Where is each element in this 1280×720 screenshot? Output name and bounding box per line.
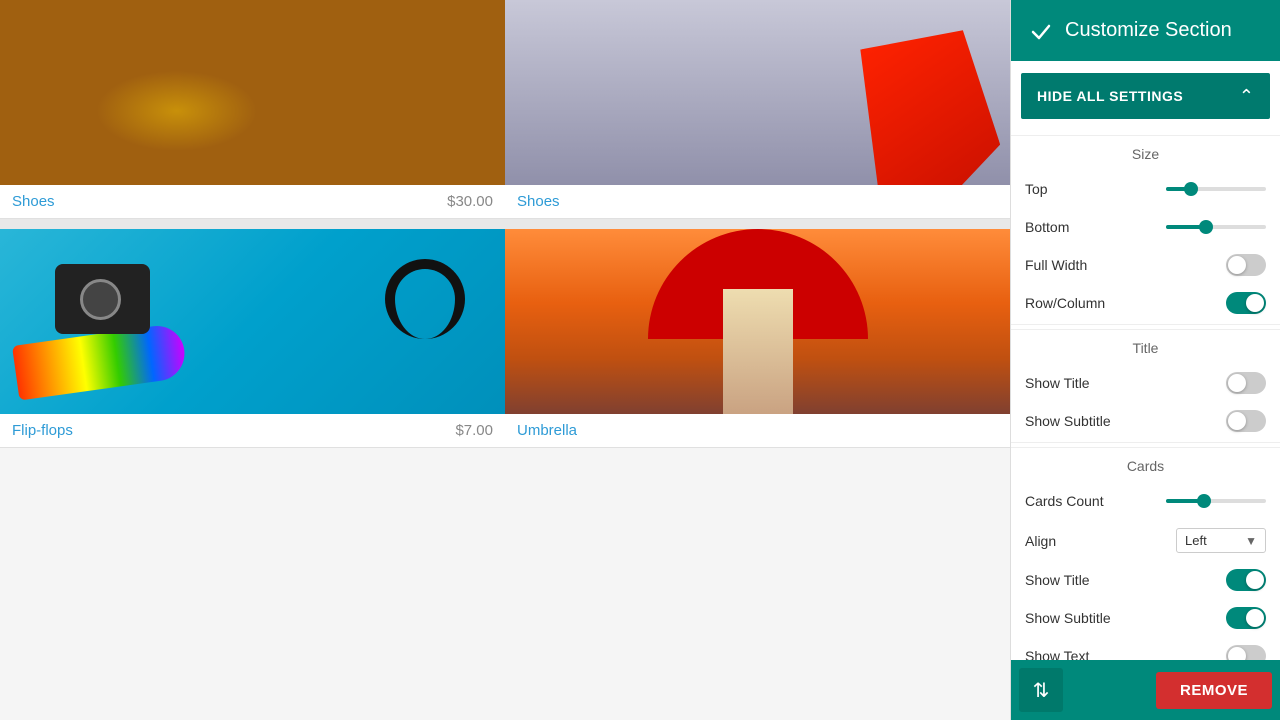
- full-width-label: Full Width: [1025, 257, 1087, 273]
- product-price: $7.00: [455, 422, 493, 439]
- size-section-label: Size: [1011, 135, 1280, 170]
- product-info: Shoes $30.00: [0, 185, 505, 218]
- row-separator: [0, 219, 1010, 229]
- remove-button[interactable]: REMOVE: [1156, 672, 1272, 709]
- top-label: Top: [1025, 181, 1048, 197]
- product-card: Shoes: [505, 0, 1010, 219]
- cards-count-row: Cards Count: [1011, 482, 1280, 520]
- product-info: Flip-flops $7.00: [0, 414, 505, 447]
- product-info: Shoes: [505, 185, 1010, 218]
- product-price: $30.00: [447, 193, 493, 210]
- title-show-subtitle-label: Show Subtitle: [1025, 413, 1111, 429]
- row-column-setting-row: Row/Column: [1011, 284, 1280, 322]
- headphones-decoration: [385, 259, 465, 339]
- top-slider[interactable]: [1166, 187, 1266, 191]
- row-column-toggle[interactable]: [1226, 292, 1266, 314]
- title-show-title-row: Show Title: [1011, 364, 1280, 402]
- product-image-umbrella: [505, 229, 1010, 414]
- dropdown-arrow-icon: ▼: [1245, 534, 1257, 548]
- divider: [1011, 324, 1280, 325]
- full-width-setting-row: Full Width: [1011, 246, 1280, 284]
- panel-header: Customize Section: [1011, 0, 1280, 61]
- panel-footer: ⇅ REMOVE: [1011, 660, 1280, 720]
- title-show-subtitle-toggle[interactable]: [1226, 410, 1266, 432]
- title-show-title-toggle[interactable]: [1226, 372, 1266, 394]
- customize-panel: Customize Section HIDE ALL SETTINGS ⌃ Si…: [1010, 0, 1280, 720]
- row-column-label: Row/Column: [1025, 295, 1105, 311]
- bottom-label: Bottom: [1025, 219, 1069, 235]
- cards-show-subtitle-label: Show Subtitle: [1025, 610, 1111, 626]
- chevron-up-icon: ⌃: [1239, 86, 1254, 107]
- hide-all-label: HIDE ALL SETTINGS: [1037, 88, 1183, 104]
- cards-show-title-toggle[interactable]: [1226, 569, 1266, 591]
- product-name: Umbrella: [517, 422, 577, 439]
- remove-label: REMOVE: [1180, 682, 1248, 699]
- main-content: Shoes $30.00 Shoes Flip-flops $7.00: [0, 0, 1010, 720]
- move-button[interactable]: ⇅: [1019, 668, 1063, 712]
- product-info: Umbrella: [505, 414, 1010, 447]
- hide-all-button[interactable]: HIDE ALL SETTINGS ⌃: [1021, 73, 1270, 119]
- cards-align-value: Left: [1185, 533, 1241, 548]
- top-setting-row: Top: [1011, 170, 1280, 208]
- cards-show-title-label: Show Title: [1025, 572, 1090, 588]
- title-show-subtitle-row: Show Subtitle: [1011, 402, 1280, 440]
- product-image-flipflops: [0, 229, 505, 414]
- product-name: Shoes: [12, 193, 55, 210]
- full-width-toggle[interactable]: [1226, 254, 1266, 276]
- product-card: Shoes $30.00: [0, 0, 505, 219]
- settings-body: Size Top Bottom Full Width Row/Column: [1011, 131, 1280, 720]
- product-card: Umbrella: [505, 229, 1010, 448]
- check-icon: [1027, 17, 1055, 45]
- product-image-shoes2: [505, 0, 1010, 185]
- bottom-setting-row: Bottom: [1011, 208, 1280, 246]
- product-name: Flip-flops: [12, 422, 73, 439]
- divider: [1011, 442, 1280, 443]
- cards-section-label: Cards: [1011, 447, 1280, 482]
- product-card: Flip-flops $7.00: [0, 229, 505, 448]
- cards-align-label: Align: [1025, 533, 1056, 549]
- title-show-title-label: Show Title: [1025, 375, 1090, 391]
- product-name: Shoes: [517, 193, 560, 210]
- title-section-label: Title: [1011, 329, 1280, 364]
- bottom-slider[interactable]: [1166, 225, 1266, 229]
- cards-count-label: Cards Count: [1025, 493, 1104, 509]
- cards-show-subtitle-row: Show Subtitle: [1011, 599, 1280, 637]
- cards-align-row: Align Left ▼: [1011, 520, 1280, 561]
- cards-count-slider[interactable]: [1166, 499, 1266, 503]
- move-icon: ⇅: [1033, 678, 1050, 703]
- cards-show-subtitle-toggle[interactable]: [1226, 607, 1266, 629]
- product-image-shoes1: [0, 0, 505, 185]
- cards-show-title-row: Show Title: [1011, 561, 1280, 599]
- cards-align-select[interactable]: Left ▼: [1176, 528, 1266, 553]
- camera-decoration: [55, 264, 150, 334]
- panel-title: Customize Section: [1065, 19, 1232, 42]
